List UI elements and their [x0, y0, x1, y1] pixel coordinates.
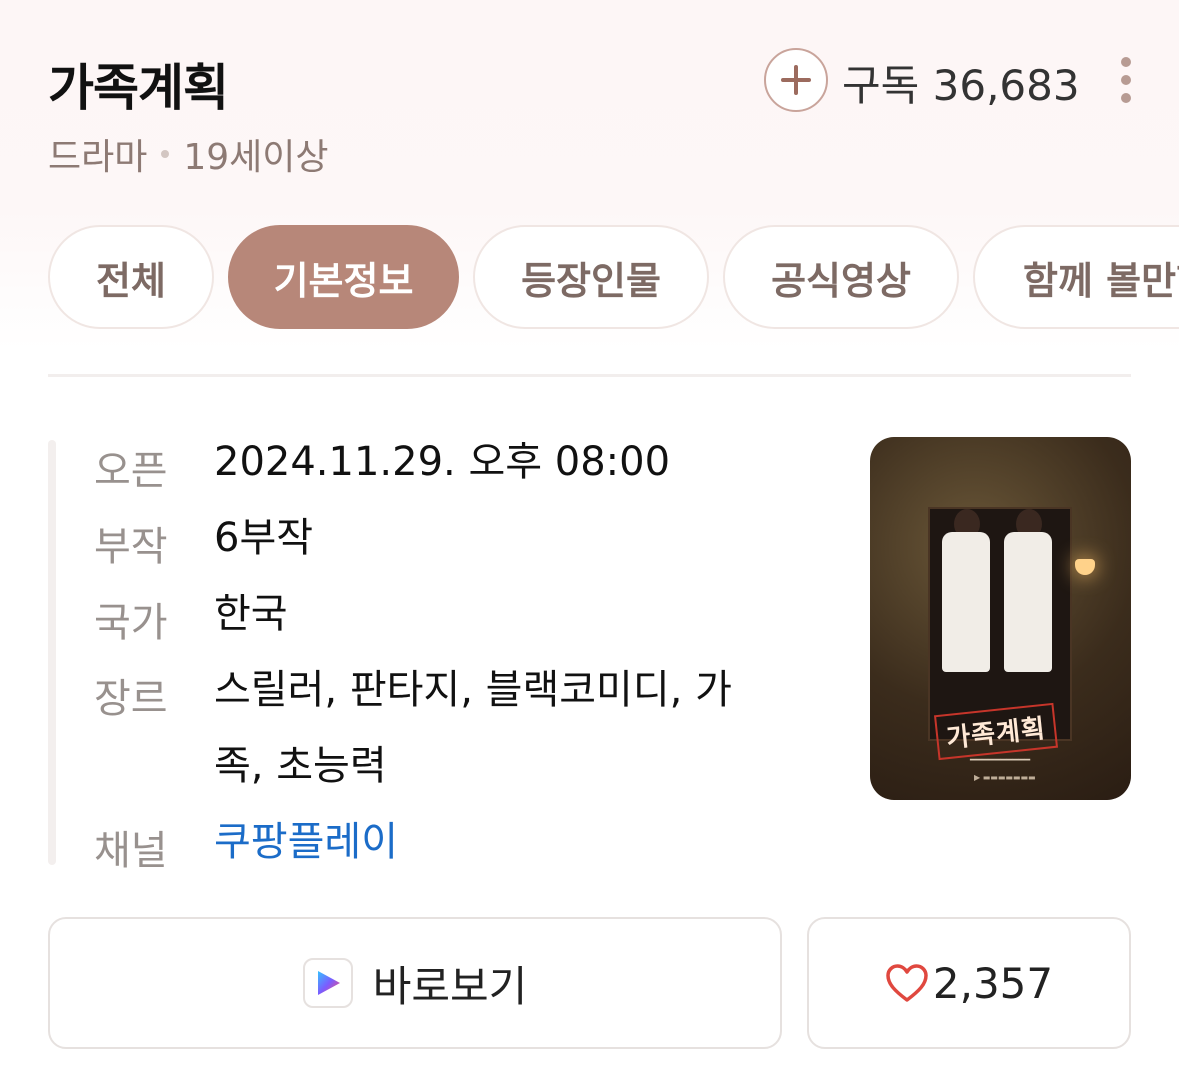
- poster-release-text: ━━━━━━━━━━: [970, 755, 1031, 766]
- tab-basic-info[interactable]: 기본정보: [228, 225, 459, 329]
- tab-label: 함께 볼만한: [1023, 258, 1179, 303]
- section-divider: [48, 374, 1131, 377]
- open-value: 2024.11.29. 오후 08:00: [214, 439, 671, 485]
- channel-link[interactable]: 쿠팡플레이: [214, 805, 398, 880]
- genre-text: 드라마: [48, 137, 148, 178]
- poster-lamp: [1075, 559, 1095, 575]
- poster-logo-text: ▶ ▬▬▬▬▬▬▬: [974, 773, 1036, 782]
- tab-recommended[interactable]: 함께 볼만한: [973, 225, 1179, 329]
- more-options-icon[interactable]: [1112, 55, 1142, 105]
- like-button[interactable]: 2,357: [807, 917, 1131, 1049]
- country-label: 국가: [94, 600, 168, 646]
- open-label: 오픈: [94, 448, 168, 494]
- tab-all[interactable]: 전체: [48, 225, 214, 329]
- episodes-value: 6부작: [214, 515, 314, 561]
- heart-icon: [886, 964, 928, 1002]
- genre-value-line1: 스릴러, 판타지, 블랙코미디, 가: [214, 667, 732, 713]
- genre-label: 장르: [94, 676, 168, 722]
- country-value: 한국: [214, 591, 288, 637]
- watch-now-button[interactable]: 바로보기: [48, 917, 782, 1049]
- tab-characters[interactable]: 등장인물: [473, 225, 709, 329]
- info-accent-bar: [48, 440, 56, 865]
- tab-official-videos[interactable]: 공식영상: [723, 225, 959, 329]
- episodes-label: 부작: [94, 524, 168, 570]
- age-rating-text: 19세이상: [183, 137, 329, 178]
- title-meta: 드라마 19세이상: [48, 128, 329, 180]
- play-icon: [302, 958, 353, 1008]
- page-title: 가족계획: [48, 59, 229, 117]
- genre-value-line2: 족, 초능력: [214, 743, 387, 789]
- tab-label: 기본정보: [273, 258, 414, 303]
- watch-now-label: 바로보기: [372, 961, 528, 1011]
- plus-icon: [781, 65, 811, 95]
- poster-figure-coat: [942, 532, 990, 672]
- separator-dot: [161, 150, 170, 158]
- tab-label: 전체: [96, 258, 166, 303]
- like-count: 2,357: [932, 958, 1054, 1008]
- subscriber-count: 구독 36,683: [842, 61, 1080, 110]
- poster-figure-coat: [1004, 532, 1052, 672]
- poster-image[interactable]: 가족계획 ━━━━━━━━━━ ▶ ▬▬▬▬▬▬▬: [870, 437, 1131, 800]
- subscribe-button[interactable]: [764, 48, 828, 112]
- tab-label: 공식영상: [771, 258, 911, 303]
- tab-label: 등장인물: [521, 258, 661, 303]
- channel-label: 채널: [94, 828, 168, 874]
